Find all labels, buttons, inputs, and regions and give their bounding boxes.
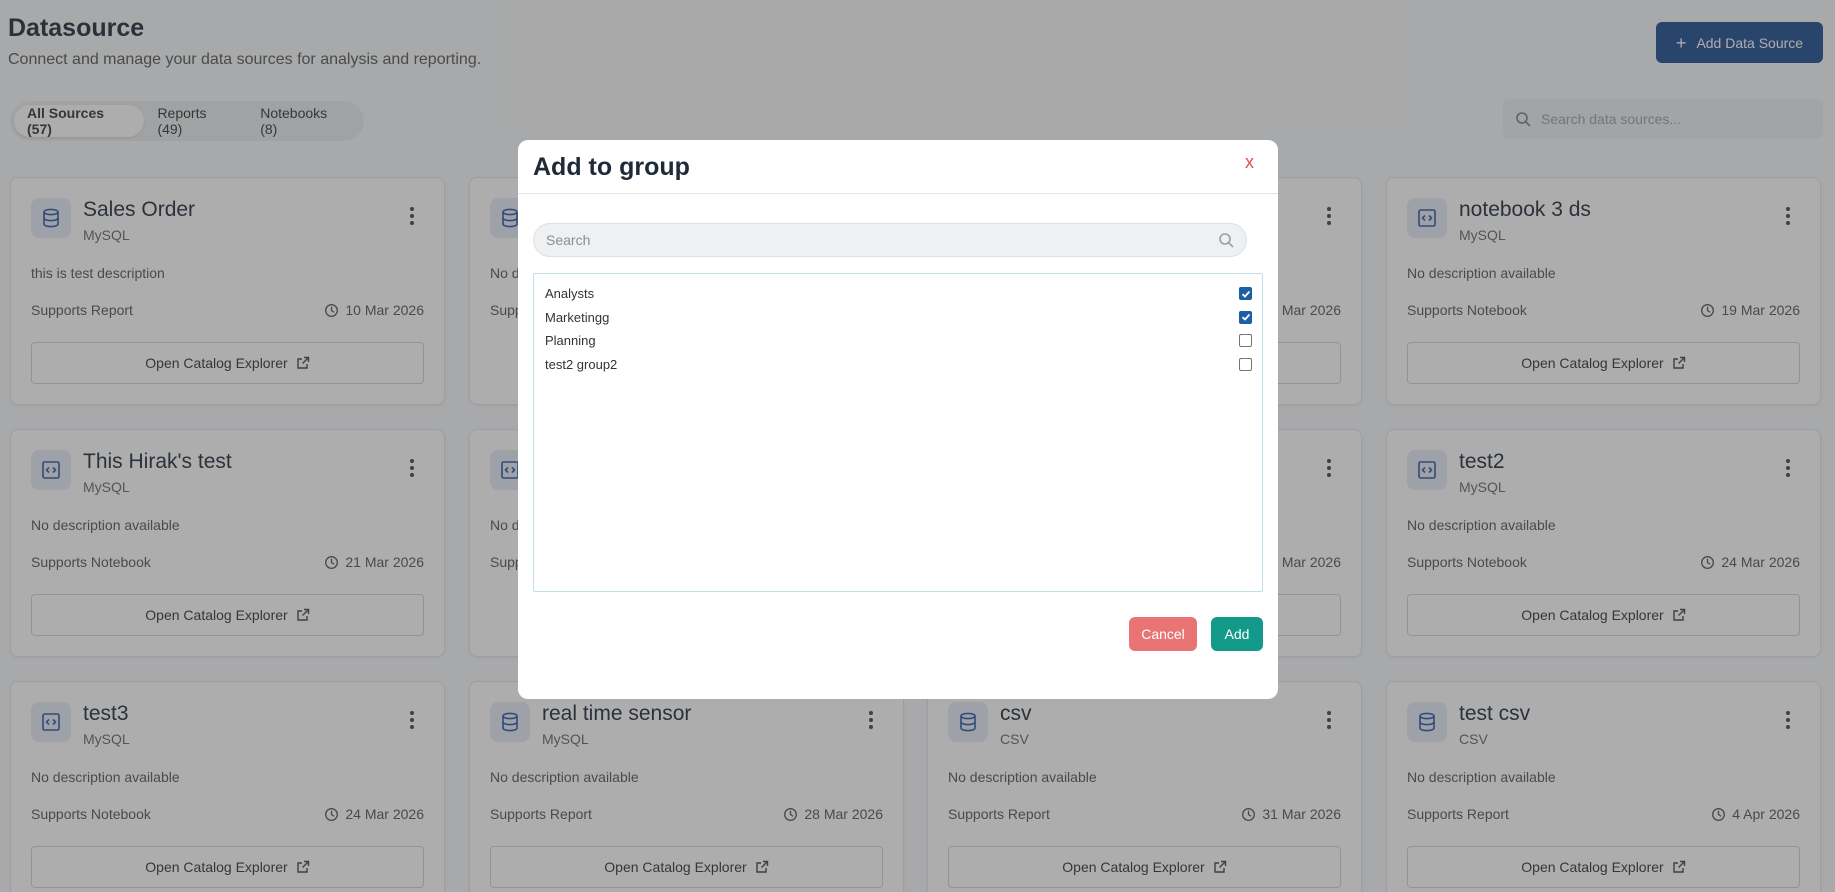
search-icon — [1219, 233, 1234, 248]
group-checkbox[interactable] — [1239, 334, 1252, 348]
group-row[interactable]: Analysts — [534, 282, 1262, 306]
checkmark-icon — [1241, 314, 1250, 322]
add-button[interactable]: Add — [1211, 617, 1263, 651]
group-list: Analysts Marketingg Planning test2 group… — [533, 273, 1263, 592]
group-row[interactable]: Marketingg — [534, 306, 1262, 330]
group-search-input[interactable]: Search — [533, 223, 1247, 257]
close-icon[interactable]: x — [1245, 152, 1254, 173]
group-row[interactable]: test2 group2 — [534, 353, 1262, 377]
add-to-group-dialog: Add to group x Search Analysts Marketing… — [518, 140, 1278, 699]
group-checkbox[interactable] — [1239, 357, 1252, 371]
group-row[interactable]: Planning — [534, 329, 1262, 353]
group-name: test2 group2 — [545, 356, 618, 372]
checkmark-icon — [1241, 290, 1250, 298]
cancel-button[interactable]: Cancel — [1129, 617, 1197, 651]
group-search-placeholder: Search — [546, 232, 591, 248]
dialog-title: Add to group — [533, 153, 690, 181]
group-checkbox[interactable] — [1239, 310, 1252, 324]
group-name: Marketingg — [545, 309, 610, 325]
group-checkbox[interactable] — [1239, 287, 1252, 301]
group-name: Planning — [545, 333, 596, 349]
dialog-divider — [518, 193, 1278, 194]
group-name: Analysts — [545, 286, 595, 302]
